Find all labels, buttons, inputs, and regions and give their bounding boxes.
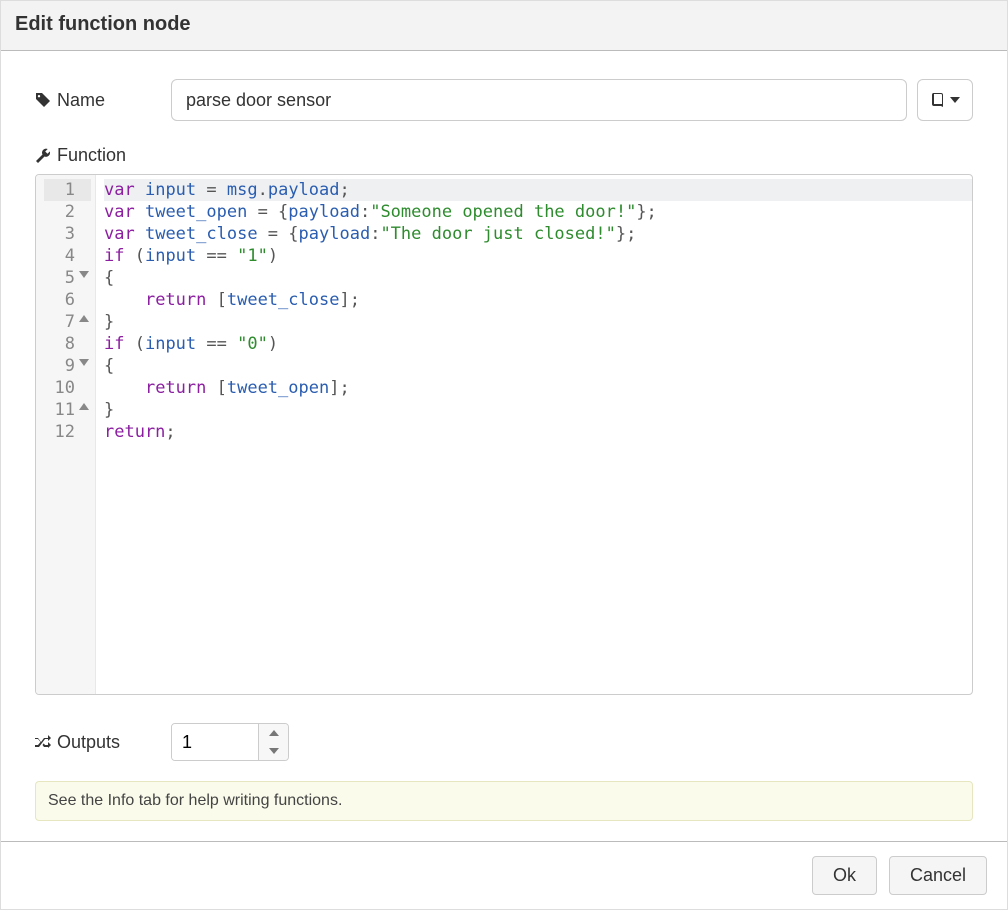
chevron-down-icon bbox=[950, 97, 960, 103]
wrench-icon bbox=[35, 148, 51, 164]
function-label-text: Function bbox=[57, 145, 126, 166]
code-line[interactable]: var tweet_open = {payload:"Someone opene… bbox=[104, 201, 972, 223]
outputs-row: Outputs bbox=[35, 723, 973, 761]
gutter-line: 12 bbox=[44, 421, 91, 443]
edit-function-dialog: Edit function node Name Function 1234567… bbox=[0, 0, 1008, 910]
code-line[interactable]: return; bbox=[104, 421, 972, 443]
code-line[interactable]: } bbox=[104, 399, 972, 421]
dialog-title: Edit function node bbox=[1, 1, 1007, 51]
gutter-line: 4 bbox=[44, 245, 91, 267]
name-input[interactable] bbox=[171, 79, 907, 121]
fold-open-icon[interactable] bbox=[79, 359, 89, 366]
code-line[interactable]: } bbox=[104, 311, 972, 333]
ok-button[interactable]: Ok bbox=[812, 856, 877, 895]
gutter-line: 9 bbox=[44, 355, 91, 377]
dialog-footer: Ok Cancel bbox=[1, 841, 1007, 909]
gutter-line: 6 bbox=[44, 289, 91, 311]
name-label: Name bbox=[35, 90, 171, 111]
gutter-line: 5 bbox=[44, 267, 91, 289]
name-label-text: Name bbox=[57, 90, 105, 111]
function-label: Function bbox=[35, 145, 973, 166]
book-icon bbox=[930, 92, 946, 108]
tag-icon bbox=[35, 92, 51, 108]
outputs-label: Outputs bbox=[35, 732, 171, 753]
fold-close-icon[interactable] bbox=[79, 403, 89, 410]
code-line[interactable]: var input = msg.payload; bbox=[104, 179, 972, 201]
code-line[interactable]: if (input == "1") bbox=[104, 245, 972, 267]
fold-close-icon[interactable] bbox=[79, 315, 89, 322]
gutter-line: 1 bbox=[44, 179, 91, 201]
code-editor[interactable]: 123456789101112 var input = msg.payload;… bbox=[35, 174, 973, 695]
editor-code[interactable]: var input = msg.payload;var tweet_open =… bbox=[96, 175, 972, 694]
gutter-line: 7 bbox=[44, 311, 91, 333]
name-row: Name bbox=[35, 79, 973, 121]
code-line[interactable]: { bbox=[104, 355, 972, 377]
cancel-button[interactable]: Cancel bbox=[889, 856, 987, 895]
dialog-body: Name Function 123456789101112 var input … bbox=[1, 51, 1007, 841]
editor-gutter: 123456789101112 bbox=[36, 175, 96, 694]
gutter-line: 2 bbox=[44, 201, 91, 223]
code-line[interactable]: var tweet_close = {payload:"The door jus… bbox=[104, 223, 972, 245]
outputs-decrement-button[interactable] bbox=[259, 742, 288, 760]
gutter-line: 10 bbox=[44, 377, 91, 399]
shuffle-icon bbox=[35, 734, 51, 750]
library-button[interactable] bbox=[917, 79, 973, 121]
gutter-line: 11 bbox=[44, 399, 91, 421]
code-line[interactable]: if (input == "0") bbox=[104, 333, 972, 355]
outputs-input[interactable] bbox=[172, 724, 258, 760]
hint-box: See the Info tab for help writing functi… bbox=[35, 781, 973, 821]
chevron-down-icon bbox=[269, 748, 279, 754]
code-line[interactable]: return [tweet_close]; bbox=[104, 289, 972, 311]
outputs-increment-button[interactable] bbox=[259, 724, 288, 742]
fold-open-icon[interactable] bbox=[79, 271, 89, 278]
code-line[interactable]: { bbox=[104, 267, 972, 289]
spinner-buttons bbox=[258, 724, 288, 760]
code-line[interactable]: return [tweet_open]; bbox=[104, 377, 972, 399]
chevron-up-icon bbox=[269, 730, 279, 736]
gutter-line: 8 bbox=[44, 333, 91, 355]
outputs-spinner bbox=[171, 723, 289, 761]
outputs-label-text: Outputs bbox=[57, 732, 120, 753]
gutter-line: 3 bbox=[44, 223, 91, 245]
